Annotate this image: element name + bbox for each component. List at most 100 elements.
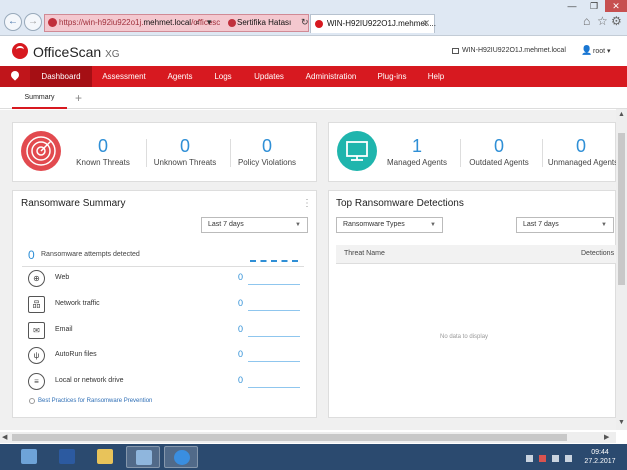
radar-icon [21,131,61,171]
tray-network-icon[interactable] [552,455,559,462]
drive-icon: ≡ [28,373,45,390]
managed-agents-count[interactable]: 1 [377,136,457,157]
certificate-error-icon [228,19,236,27]
best-practices-link[interactable]: Best Practices for Ransomware Prevention [38,398,152,404]
tab-summary[interactable]: Summary [12,87,67,109]
trend-micro-logo-icon [12,43,28,59]
scroll-left-icon[interactable]: ◀ [2,433,7,441]
period-dropdown[interactable]: Last 7 days ▼ [201,217,308,233]
col-detections[interactable]: Detections [581,250,614,257]
row-label: Network traffic [55,300,100,307]
row-bar [248,361,300,362]
row-value[interactable]: 0 [238,272,243,282]
row-value[interactable]: 0 [238,349,243,359]
row-bar [248,310,300,311]
address-bar[interactable]: https://win-h92iu922o1j.mehmet.local/off… [44,14,309,32]
globe-icon: ⊕ [28,270,45,287]
folder-icon [97,449,113,464]
add-tab-icon[interactable]: + [75,91,82,105]
unknown-threats-count[interactable]: 0 [145,136,225,157]
policy-violations-label: Policy Violations [237,158,297,167]
ransomware-row-email: ✉ Email 0 [28,320,318,346]
refresh-icon[interactable]: ↻ [301,17,309,28]
dashboard-tabs: Summary + [0,87,627,109]
powershell-icon [59,449,75,464]
menu-plugins[interactable]: Plug-ins [366,66,418,87]
server-manager-button[interactable] [12,446,46,468]
row-label: Web [55,274,70,281]
back-button[interactable]: ← [4,13,22,31]
ransomware-row-web: ⊕ Web 0 [28,268,318,294]
attempts-count[interactable]: 0 [28,248,35,262]
tab-close-icon[interactable]: ✕ [422,18,430,29]
network-icon: 品 [28,296,45,313]
explorer-button[interactable] [88,446,122,468]
favicon-icon [315,20,323,28]
tray-flag-icon[interactable] [539,455,546,462]
attempts-sparkline [250,260,298,262]
network-button[interactable] [126,446,160,468]
scroll-up-icon[interactable]: ▲ [618,111,625,118]
unmanaged-agents-count[interactable]: 0 [541,136,621,157]
row-bar [248,336,300,337]
row-value[interactable]: 0 [238,298,243,308]
menu-help[interactable]: Help [418,66,454,87]
taskbar-clock[interactable]: 09:44 27.2.2017 [579,448,621,466]
row-value[interactable]: 0 [238,375,243,385]
restore-button[interactable]: ❐ [583,0,605,12]
unmanaged-agents-label: Unmanaged Agents [547,158,619,167]
scroll-thumb[interactable] [618,133,625,285]
menu-logs[interactable]: Logs [204,66,242,87]
row-value[interactable]: 0 [238,324,243,334]
known-threats-count[interactable]: 0 [63,136,143,157]
favorites-icon[interactable]: ☆ [597,14,608,28]
tray-volume-icon[interactable] [565,455,572,462]
tab-title: WIN-H92IU922O1J.mehmet.... [327,19,436,28]
row-bar [248,284,300,285]
location-pin-icon[interactable] [0,66,30,87]
hscroll-thumb[interactable] [12,434,567,441]
tools-icon[interactable]: ⚙ [611,14,622,28]
server-icon [452,48,459,54]
address-dropdown-icon[interactable]: ▾ [207,17,212,28]
detections-period-dropdown[interactable]: Last 7 days ▼ [516,217,614,233]
certificate-error[interactable]: Sertifika Hatası [237,18,291,27]
ransomware-types-dropdown[interactable]: Ransomware Types ▼ [336,217,443,233]
clock-time: 09:44 [591,449,609,456]
agents-widget: 1 Managed Agents 0 Outdated Agents 0 Unm… [328,122,618,182]
scroll-right-icon[interactable]: ▶ [604,433,609,441]
powershell-button[interactable] [50,446,84,468]
menu-administration[interactable]: Administration [296,66,366,87]
user-menu[interactable]: root ▾ [593,47,611,55]
home-icon[interactable]: ⌂ [583,14,590,28]
widget-menu-icon[interactable]: ⋮ [302,198,312,209]
security-warning-icon [48,18,57,27]
divider [22,266,304,267]
menu-assessment[interactable]: Assessment [92,66,156,87]
threats-widget: 0 Known Threats 0 Unknown Threats 0 Poli… [12,122,317,182]
network-app-icon [136,450,152,465]
menu-updates[interactable]: Updates [242,66,296,87]
internet-explorer-icon [174,450,190,465]
vertical-scrollbar[interactable]: ▲ ▼ [616,109,627,430]
clock-date: 27.2.2017 [584,458,616,465]
horizontal-scrollbar[interactable]: ◀ ▶ [0,432,616,443]
internet-explorer-button[interactable] [164,446,198,468]
minimize-button[interactable]: — [561,0,583,12]
managed-agents-label: Managed Agents [386,158,448,167]
scroll-down-icon[interactable]: ▼ [618,419,625,426]
outdated-agents-count[interactable]: 0 [459,136,539,157]
window-close-button[interactable]: ✕ [605,0,627,12]
search-icon[interactable]: ⌕ [195,17,200,28]
browser-tab[interactable]: WIN-H92IU922O1J.mehmet.... ✕ [310,14,436,33]
attempts-label: Ransomware attempts detected [41,251,140,258]
menu-agents[interactable]: Agents [156,66,204,87]
forward-button[interactable]: → [24,13,42,31]
col-threat-name[interactable]: Threat Name [344,250,385,257]
user-icon: 👤 [581,45,593,55]
tray-arrow-icon[interactable] [526,455,533,462]
menu-dashboard[interactable]: Dashboard [30,66,92,87]
main-menu: Dashboard Assessment Agents Logs Updates… [0,66,627,87]
row-label: Email [55,326,73,333]
policy-violations-count[interactable]: 0 [227,136,307,157]
